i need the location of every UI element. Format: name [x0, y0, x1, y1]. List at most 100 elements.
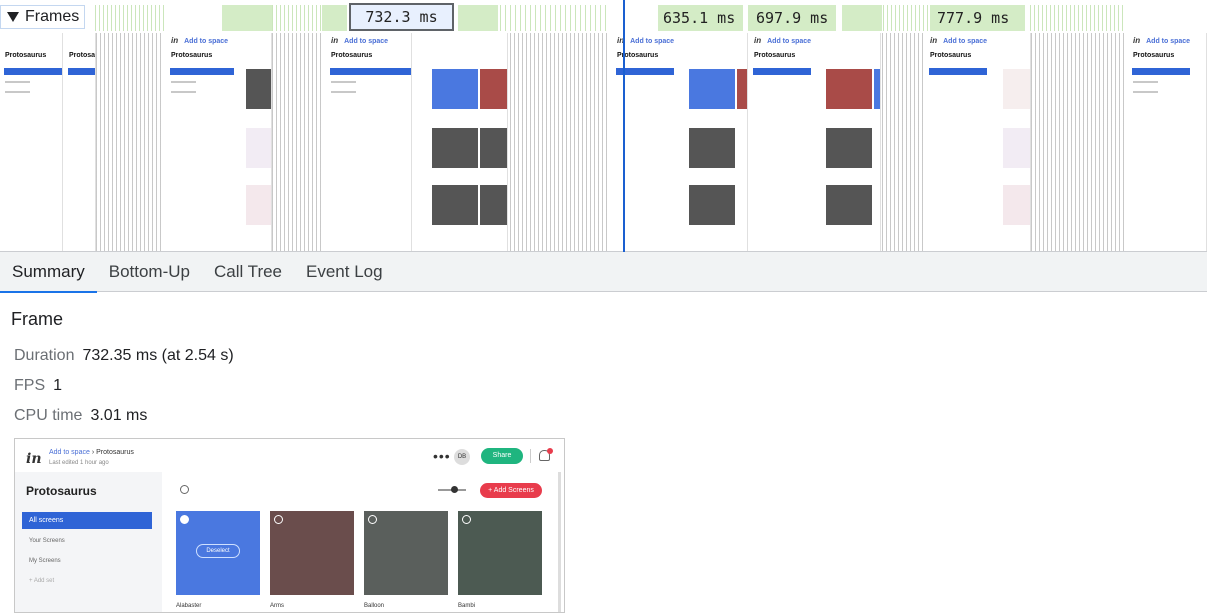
thumb-selected-item — [4, 68, 62, 75]
tab-event-log[interactable]: Event Log — [294, 252, 395, 292]
thumb-line — [331, 91, 356, 93]
details-tabbar: Summary Bottom-Up Call Tree Event Log — [0, 252, 1207, 293]
thumb-selected-item — [929, 68, 987, 75]
thumb-app-title: Protosaurus — [1133, 52, 1175, 59]
preview-project-title: Protosaurus — [26, 484, 97, 498]
thumb-line — [1133, 91, 1158, 93]
filmstrip-thumbnail[interactable]: Protosaurus — [64, 33, 96, 251]
screen-card-bambi — [458, 511, 542, 595]
filmstrip-thumbnail[interactable] — [412, 33, 508, 251]
screen-card-alabaster: Deselect — [176, 511, 260, 595]
thumb-crumb: Add to space — [1133, 36, 1190, 45]
card-name: Bambi — [458, 603, 476, 609]
summary-title: Frame — [11, 309, 64, 329]
row-key: FPS — [14, 377, 46, 394]
frame-marker[interactable] — [458, 5, 498, 31]
thumb-line — [171, 91, 196, 93]
frame-marker-group — [95, 5, 165, 31]
thumb-card — [480, 185, 507, 225]
divider — [530, 449, 531, 463]
screen-card-arms — [270, 511, 354, 595]
preview-breadcrumb: Add to space › Protosaurus — [49, 449, 134, 456]
thumb-card — [480, 69, 507, 109]
thumb-card — [480, 128, 507, 168]
thumb-crumb: Add to space — [171, 36, 228, 45]
tab-summary[interactable]: Summary — [0, 252, 97, 293]
frames-track[interactable]: Frames 732.3 ms 635.1 ms 697.9 ms 777.9 … — [0, 0, 1207, 33]
thumb-crumb: Add to space — [331, 36, 388, 45]
thumb-selected-item — [170, 68, 234, 75]
collapse-triangle-icon[interactable] — [7, 12, 19, 22]
sidebar-item-all-screens: All screens — [22, 512, 152, 529]
add-screens-label: Add Screens — [493, 487, 534, 494]
thumb-card — [1003, 69, 1030, 109]
row-key: Duration — [14, 347, 75, 364]
thumb-selected-item — [753, 68, 811, 75]
card-name: Arms — [270, 603, 284, 609]
thumb-selected-item — [330, 68, 411, 75]
frames-section-toggle[interactable]: Frames — [0, 5, 85, 29]
thumb-card — [432, 128, 478, 168]
screen-card-balloon — [364, 511, 448, 595]
thumb-app-title: Protosaurus — [5, 52, 47, 59]
row-value: 1 — [53, 377, 63, 394]
frame-marker-group — [1030, 5, 1125, 31]
thumb-app-title: Protosaurus — [69, 52, 96, 59]
checkbox-icon — [462, 515, 471, 524]
row-key: CPU time — [14, 407, 83, 424]
row-value: 3.01 ms — [90, 407, 148, 424]
filmstrip-thumbnail[interactable]: Add to space Protosaurus — [326, 33, 412, 251]
thumb-card — [246, 128, 271, 168]
invision-logo-icon: in — [26, 451, 42, 467]
filmstrip-thumbnail[interactable]: Add to space Protosaurus — [749, 33, 881, 251]
tab-call-tree[interactable]: Call Tree — [202, 252, 294, 292]
sidebar-item-your-screens: Your Screens — [29, 538, 65, 544]
filmstrip-thumbnail[interactable]: Protosaurus — [0, 33, 63, 251]
avatar: DB — [454, 449, 470, 465]
screenshot-filmstrip[interactable]: Protosaurus Protosaurus Add to space Pro… — [0, 33, 1207, 252]
sidebar-item-my-screens: My Screens — [29, 558, 61, 564]
row-value: 732.35 ms (at 2.54 s) — [82, 347, 234, 364]
filmstrip-thumbnail[interactable]: Add to space Protosaurus — [1128, 33, 1207, 251]
thumb-app-title: Protosaurus — [930, 52, 972, 59]
thumb-line — [331, 81, 356, 83]
thumb-card — [246, 185, 271, 225]
thumb-card — [1003, 185, 1030, 225]
crumb-current: Protosaurus — [96, 449, 134, 456]
thumb-line — [5, 91, 30, 93]
zoom-slider-knob — [451, 486, 458, 493]
thumb-crumb: Add to space — [754, 36, 811, 45]
card-name: Alabaster — [176, 603, 202, 609]
more-icon: ••• — [433, 448, 451, 464]
filmstrip-thumbnail[interactable]: Add to space Protosaurus — [612, 33, 748, 251]
timeline-playhead[interactable] — [623, 0, 625, 252]
thumb-card — [737, 69, 747, 109]
thumb-card — [874, 69, 880, 109]
frame-label[interactable]: 697.9 ms — [756, 9, 828, 27]
deselect-button: Deselect — [196, 544, 240, 558]
thumb-card — [432, 185, 478, 225]
summary-row-duration: Duration 732.35 ms (at 2.54 s) — [14, 347, 234, 365]
checkbox-icon — [274, 515, 283, 524]
thumb-card — [689, 128, 735, 168]
frame-marker-group — [883, 5, 928, 31]
filmstrip-dense-frames — [510, 33, 610, 251]
thumb-card — [826, 69, 872, 109]
frame-marker[interactable] — [842, 5, 882, 31]
thumb-crumb: Add to space — [617, 36, 674, 45]
selected-frame[interactable]: 732.3 ms — [349, 3, 454, 31]
filmstrip-thumbnail[interactable]: Add to space Protosaurus — [166, 33, 272, 251]
frame-label[interactable]: 635.1 ms — [663, 9, 735, 27]
thumb-app-title: Protosaurus — [171, 52, 213, 59]
tab-bottom-up[interactable]: Bottom-Up — [97, 252, 202, 292]
frame-screenshot-preview[interactable]: in Add to space › Protosaurus Last edite… — [14, 438, 565, 613]
frame-label[interactable]: 777.9 ms — [937, 9, 1009, 27]
frames-title: Frames — [25, 8, 80, 25]
thumb-card — [826, 185, 872, 225]
preview-last-edited: Last edited 1 hour ago — [49, 460, 109, 466]
summary-row-fps: FPS 1 — [14, 377, 62, 395]
filmstrip-thumbnail[interactable]: Add to space Protosaurus — [925, 33, 1031, 251]
thumb-line — [1133, 81, 1158, 83]
thumb-card — [826, 128, 872, 168]
search-icon — [180, 485, 189, 494]
